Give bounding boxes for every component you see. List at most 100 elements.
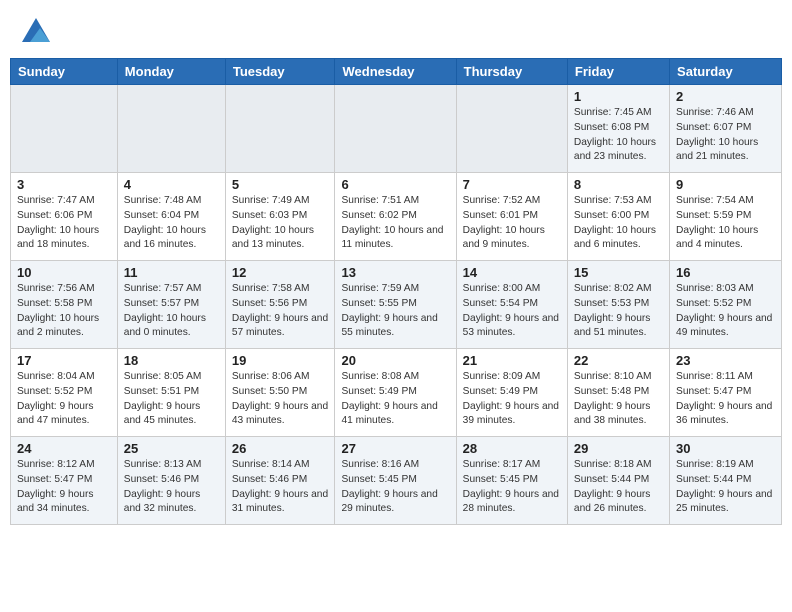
day-info: Sunrise: 8:03 AMSunset: 5:52 PMDaylight:… [676, 282, 775, 341]
weekday-header: Monday [117, 59, 225, 85]
day-number: 27 [341, 441, 449, 456]
day-number: 5 [232, 177, 329, 192]
day-info: Sunrise: 7:57 AMSunset: 5:57 PMDaylight:… [124, 282, 219, 341]
day-number: 16 [676, 265, 775, 280]
day-number: 22 [574, 353, 663, 368]
calendar: SundayMondayTuesdayWednesdayThursdayFrid… [10, 58, 782, 525]
day-number: 4 [124, 177, 219, 192]
day-number: 15 [574, 265, 663, 280]
day-number: 3 [17, 177, 111, 192]
day-info: Sunrise: 8:09 AMSunset: 5:49 PMDaylight:… [463, 370, 561, 429]
logo [18, 14, 56, 50]
day-number: 9 [676, 177, 775, 192]
day-info: Sunrise: 8:05 AMSunset: 5:51 PMDaylight:… [124, 370, 219, 429]
calendar-cell: 11 Sunrise: 7:57 AMSunset: 5:57 PMDayligh… [117, 261, 225, 349]
day-number: 12 [232, 265, 329, 280]
day-number: 24 [17, 441, 111, 456]
day-number: 2 [676, 89, 775, 104]
weekday-header: Saturday [670, 59, 782, 85]
day-info: Sunrise: 7:46 AMSunset: 6:07 PMDaylight:… [676, 106, 775, 165]
calendar-cell: 8 Sunrise: 7:53 AMSunset: 6:00 PMDaylight… [567, 173, 669, 261]
day-info: Sunrise: 7:58 AMSunset: 5:56 PMDaylight:… [232, 282, 329, 341]
day-info: Sunrise: 8:19 AMSunset: 5:44 PMDaylight:… [676, 458, 775, 517]
day-number: 23 [676, 353, 775, 368]
day-number: 7 [463, 177, 561, 192]
calendar-cell [335, 85, 456, 173]
day-info: Sunrise: 7:49 AMSunset: 6:03 PMDaylight:… [232, 194, 329, 253]
calendar-cell: 15 Sunrise: 8:02 AMSunset: 5:53 PMDayligh… [567, 261, 669, 349]
day-info: Sunrise: 8:08 AMSunset: 5:49 PMDaylight:… [341, 370, 449, 429]
calendar-week-row: 1 Sunrise: 7:45 AMSunset: 6:08 PMDaylight… [11, 85, 782, 173]
day-info: Sunrise: 8:18 AMSunset: 5:44 PMDaylight:… [574, 458, 663, 517]
weekday-header: Sunday [11, 59, 118, 85]
day-number: 13 [341, 265, 449, 280]
calendar-cell: 6Sunrise: 7:51 AMSunset: 6:02 PMDaylight… [335, 173, 456, 261]
day-number: 19 [232, 353, 329, 368]
calendar-cell: 14 Sunrise: 8:00 AMSunset: 5:54 PMDayligh… [456, 261, 567, 349]
calendar-week-row: 10 Sunrise: 7:56 AMSunset: 5:58 PMDayligh… [11, 261, 782, 349]
day-info: Sunrise: 7:48 AMSunset: 6:04 PMDaylight:… [124, 194, 219, 253]
day-number: 17 [17, 353, 111, 368]
calendar-cell [11, 85, 118, 173]
day-number: 28 [463, 441, 561, 456]
calendar-cell: 13 Sunrise: 7:59 AMSunset: 5:55 PMDayligh… [335, 261, 456, 349]
day-number: 30 [676, 441, 775, 456]
day-info: Sunrise: 7:52 AMSunset: 6:01 PMDaylight:… [463, 194, 561, 253]
calendar-week-row: 3 Sunrise: 7:47 AMSunset: 6:06 PMDaylight… [11, 173, 782, 261]
day-info: Sunrise: 8:14 AMSunset: 5:46 PMDaylight:… [232, 458, 329, 517]
day-info: Sunrise: 8:12 AMSunset: 5:47 PMDaylight:… [17, 458, 111, 517]
day-info: Sunrise: 8:11 AMSunset: 5:47 PMDaylight:… [676, 370, 775, 429]
day-info: Sunrise: 7:54 AMSunset: 5:59 PMDaylight:… [676, 194, 775, 253]
day-info: Sunrise: 7:47 AMSunset: 6:06 PMDaylight:… [17, 194, 111, 253]
calendar-cell: 25 Sunrise: 8:13 AMSunset: 5:46 PMDayligh… [117, 437, 225, 525]
calendar-cell: 27 Sunrise: 8:16 AMSunset: 5:45 PMDayligh… [335, 437, 456, 525]
calendar-cell: 21Sunrise: 8:09 AMSunset: 5:49 PMDayligh… [456, 349, 567, 437]
day-info: Sunrise: 7:53 AMSunset: 6:00 PMDaylight:… [574, 194, 663, 253]
calendar-cell: 28 Sunrise: 8:17 AMSunset: 5:45 PMDayligh… [456, 437, 567, 525]
day-info: Sunrise: 8:00 AMSunset: 5:54 PMDaylight:… [463, 282, 561, 341]
calendar-cell: 7 Sunrise: 7:52 AMSunset: 6:01 PMDaylight… [456, 173, 567, 261]
calendar-cell: 18 Sunrise: 8:05 AMSunset: 5:51 PMDayligh… [117, 349, 225, 437]
calendar-cell [225, 85, 335, 173]
day-info: Sunrise: 8:13 AMSunset: 5:46 PMDaylight:… [124, 458, 219, 517]
weekday-header: Thursday [456, 59, 567, 85]
day-number: 18 [124, 353, 219, 368]
day-info: Sunrise: 7:59 AMSunset: 5:55 PMDaylight:… [341, 282, 449, 341]
weekday-header: Tuesday [225, 59, 335, 85]
day-info: Sunrise: 7:56 AMSunset: 5:58 PMDaylight:… [17, 282, 111, 341]
calendar-cell: 4 Sunrise: 7:48 AMSunset: 6:04 PMDaylight… [117, 173, 225, 261]
calendar-cell: 17 Sunrise: 8:04 AMSunset: 5:52 PMDayligh… [11, 349, 118, 437]
calendar-cell: 30 Sunrise: 8:19 AMSunset: 5:44 PMDayligh… [670, 437, 782, 525]
calendar-cell: 20 Sunrise: 8:08 AMSunset: 5:49 PMDayligh… [335, 349, 456, 437]
day-number: 26 [232, 441, 329, 456]
calendar-cell: 26 Sunrise: 8:14 AMSunset: 5:46 PMDayligh… [225, 437, 335, 525]
calendar-cell: 29Sunrise: 8:18 AMSunset: 5:44 PMDayligh… [567, 437, 669, 525]
day-info: Sunrise: 8:06 AMSunset: 5:50 PMDaylight:… [232, 370, 329, 429]
day-info: Sunrise: 7:45 AMSunset: 6:08 PMDaylight:… [574, 106, 663, 165]
calendar-cell [117, 85, 225, 173]
day-number: 20 [341, 353, 449, 368]
day-number: 8 [574, 177, 663, 192]
day-number: 25 [124, 441, 219, 456]
calendar-cell: 10 Sunrise: 7:56 AMSunset: 5:58 PMDayligh… [11, 261, 118, 349]
header [0, 0, 792, 58]
calendar-cell: 12 Sunrise: 7:58 AMSunset: 5:56 PMDayligh… [225, 261, 335, 349]
day-info: Sunrise: 8:04 AMSunset: 5:52 PMDaylight:… [17, 370, 111, 429]
calendar-cell: 23 Sunrise: 8:11 AMSunset: 5:47 PMDayligh… [670, 349, 782, 437]
day-info: Sunrise: 8:02 AMSunset: 5:53 PMDaylight:… [574, 282, 663, 341]
calendar-week-row: 24 Sunrise: 8:12 AMSunset: 5:47 PMDayligh… [11, 437, 782, 525]
day-number: 11 [124, 265, 219, 280]
weekday-header: Wednesday [335, 59, 456, 85]
day-number: 6 [341, 177, 449, 192]
day-info: Sunrise: 8:17 AMSunset: 5:45 PMDaylight:… [463, 458, 561, 517]
day-info: Sunrise: 8:10 AMSunset: 5:48 PMDaylight:… [574, 370, 663, 429]
calendar-cell: 24 Sunrise: 8:12 AMSunset: 5:47 PMDayligh… [11, 437, 118, 525]
logo-icon [18, 14, 54, 50]
calendar-cell: 5 Sunrise: 7:49 AMSunset: 6:03 PMDaylight… [225, 173, 335, 261]
day-number: 10 [17, 265, 111, 280]
day-number: 1 [574, 89, 663, 104]
calendar-cell: 3 Sunrise: 7:47 AMSunset: 6:06 PMDaylight… [11, 173, 118, 261]
day-info: Sunrise: 8:16 AMSunset: 5:45 PMDaylight:… [341, 458, 449, 517]
calendar-cell: 1 Sunrise: 7:45 AMSunset: 6:08 PMDaylight… [567, 85, 669, 173]
day-number: 14 [463, 265, 561, 280]
